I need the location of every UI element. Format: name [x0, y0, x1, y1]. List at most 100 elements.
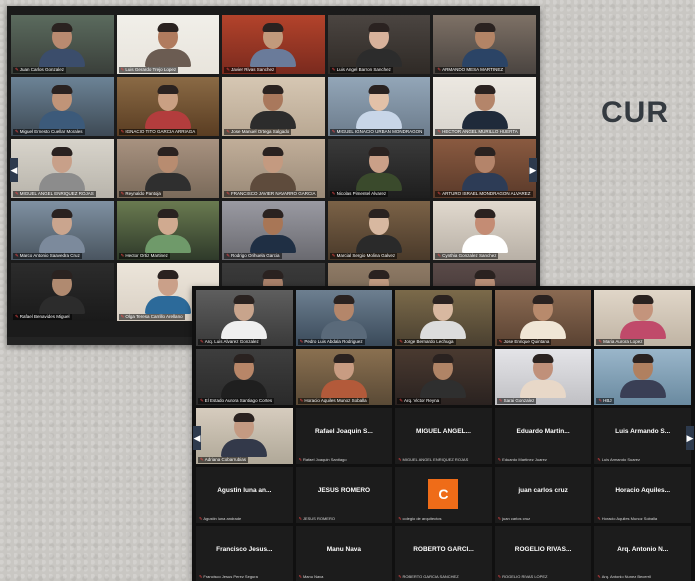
participant-name: Luis Armando Suarez — [601, 457, 640, 462]
participant-video-tile[interactable]: ✎ARTURO ISRAEL MONDRAGON ALVAREZ — [433, 139, 536, 198]
participant-video-tile[interactable]: ✎Adriana Cobarrubias — [196, 408, 293, 464]
participant-silhouette — [461, 147, 508, 191]
participant-hair — [262, 23, 284, 32]
participant-name: MIGUEL ANGEL ENRIQUEZ ROJAS — [402, 457, 469, 462]
participant-display-name: juan carlos cruz — [518, 487, 568, 494]
participant-name-tag: ✎Rafael Joaquin Santiago — [299, 457, 347, 462]
participant-video-tile[interactable]: ✎El Estado Aurora Santiago Cortes — [196, 349, 293, 405]
chevron-right-icon[interactable]: ▶ — [529, 158, 537, 182]
participant-name-tag: ✎Eduardo Martinez Juarez — [498, 457, 547, 462]
participant-video-tile[interactable]: ✎Rodrigo Orihuela Garcia — [222, 201, 325, 260]
participant-video-tile[interactable]: ✎IGNACIO TITO GARCIA ARRIAGA — [116, 77, 220, 136]
participant-name-tag: ✎Nicolas Pimentel Alvarez — [329, 191, 389, 197]
participant-name: Rafael Joaquin Santiago — [302, 457, 347, 462]
participant-video-tile[interactable]: ✎Jose Enrique Quintana — [494, 290, 592, 346]
participant-name-tile[interactable]: MIGUEL ANGEL... ✎MIGUEL ANGEL ENRIQUEZ RO… — [395, 408, 492, 464]
participant-name-tile[interactable]: Manu Nava ✎Manu Nava — [295, 526, 393, 581]
participant-name: Marcial Sergio Molina Galvez — [336, 253, 396, 258]
participant-name-tile[interactable]: JESUS ROMERO ✎JESUS ROMERO — [295, 467, 393, 523]
participant-name-tag: ✎Rafael Benavides Miguel — [13, 314, 72, 320]
participant-video-tile[interactable]: ✎Luis Gerardo Trejo Lopez — [116, 15, 220, 74]
participant-name: IGNACIO TITO GARCIA ARRIAGA — [125, 129, 196, 134]
mic-muted-icon: ✎ — [15, 129, 19, 134]
participant-name: Francisco Jesus Perez Segura — [203, 574, 258, 579]
participant-name: Juan Carlos Gonzalez — [19, 67, 65, 72]
participant-name-tile[interactable]: ROBERTO GARCI... ✎ROBERTO GARCIA SANCHEZ — [395, 526, 492, 581]
mic-muted-icon: ✎ — [226, 129, 230, 134]
participant-video-tile[interactable]: ✎MIGUEL ANGEL ENRIQUEZ ROJAS — [11, 139, 114, 198]
mic-muted-icon: ✎ — [15, 67, 19, 72]
participant-name-tag: ✎Juan Carlos Gonzalez — [13, 67, 67, 73]
participant-video-tile[interactable]: ✎Reynaldo Pantoja — [116, 139, 220, 198]
participant-video-tile[interactable]: ✎Luis Angel Barron Sanchez — [327, 15, 431, 74]
participant-video-tile[interactable]: ✎Miguel Ernesto Cuellar Morales — [11, 77, 114, 136]
mic-muted-icon: ✎ — [299, 339, 304, 344]
participant-name-tile[interactable]: juan carlos cruz ✎juan carlos cruz — [494, 467, 592, 523]
participant-video-tile[interactable]: ✎Marcial Sergio Molina Galvez — [327, 201, 431, 260]
participant-video-tile[interactable]: ✎Nicolas Pimentel Alvarez — [327, 139, 431, 198]
participant-name: ARMANDO MESA MARTINEZ — [442, 67, 504, 72]
participant-silhouette — [461, 85, 508, 129]
mic-muted-icon: ✎ — [398, 516, 402, 521]
mic-muted-icon: ✎ — [497, 574, 502, 579]
participant-silhouette — [221, 295, 268, 339]
participant-video-tile[interactable]: ✎FRANCISCO JAVIER NAVARRO GARCIA — [222, 139, 325, 198]
mic-muted-icon: ✎ — [120, 314, 125, 319]
participant-name-tile[interactable]: Arq. Antonio N... ✎Arq. Antonio Nunez Bec… — [594, 526, 691, 581]
participant-video-tile[interactable]: ✎ARMANDO MESA MARTINEZ — [433, 15, 536, 74]
participant-video-tile[interactable]: ✎HECTOR ANGEL MURILLO HUERTA — [433, 77, 536, 136]
mic-muted-icon: ✎ — [200, 457, 204, 462]
participant-video-tile[interactable]: ✎Arq. Luis Alvarez Gonzalez — [196, 290, 293, 346]
participant-name-tile[interactable]: Agustin luna an... ✎Agustin luna andrade — [196, 467, 293, 523]
participant-name: Arq. Luis Alvarez Gonzalez — [204, 339, 259, 344]
participant-name-tile[interactable]: Luis Armando S... ✎Luis Armando Suarez — [594, 408, 691, 464]
participant-hair — [262, 147, 284, 156]
participant-body — [520, 380, 567, 398]
mic-muted-icon: ✎ — [15, 253, 19, 258]
participant-video-tile[interactable]: ✎Hector Ortiz Martinez — [116, 201, 220, 260]
participant-video-tile[interactable]: ✎Maria Aurora Lopez — [594, 290, 691, 346]
chevron-right-icon[interactable]: ▶ — [686, 426, 694, 450]
participant-display-name: Arq. Antonio N... — [617, 546, 669, 553]
participant-video-tile[interactable]: ✎Juan Carlos Gonzalez — [11, 15, 114, 74]
chevron-left-icon[interactable]: ◀ — [10, 158, 18, 182]
participant-video-tile[interactable]: ✎Jorge Bernardo Lechuga — [395, 290, 492, 346]
mic-muted-icon: ✎ — [331, 67, 336, 72]
participant-name-tile[interactable]: Rafael Joaquin S... ✎Rafael Joaquin Santi… — [295, 408, 393, 464]
participant-name: Horacio Aquiles Munoz Soballa — [304, 398, 367, 403]
participant-name-tile[interactable]: C ✎colegio de arquitectos — [395, 467, 492, 523]
participant-body — [144, 235, 191, 253]
participant-name-tile[interactable]: ROGELIO RIVAS... ✎ROGELIO RIVAS LOPEZ — [494, 526, 592, 581]
mic-muted-icon: ✎ — [597, 574, 601, 579]
participant-name: Horacio Aquiles Munoz Soballa — [601, 516, 658, 521]
participant-name-tile[interactable]: Horacio Aquiles... ✎Horacio Aquiles Munoz… — [594, 467, 691, 523]
chevron-left-icon[interactable]: ◀ — [193, 426, 201, 450]
participant-video-tile[interactable]: ✎Pedro Luis Abdala Rodriguez — [295, 290, 393, 346]
mic-muted-icon: ✎ — [299, 398, 304, 403]
participant-video-tile[interactable]: ✎Jose Manuel Ortega Salgado — [222, 77, 325, 136]
participant-name: Pedro Luis Abdala Rodriguez — [304, 339, 363, 344]
mic-muted-icon: ✎ — [437, 191, 442, 196]
mic-muted-icon: ✎ — [199, 516, 203, 521]
participant-name: colegio de arquitectos — [402, 516, 442, 521]
participant-silhouette — [144, 23, 191, 67]
mic-muted-icon: ✎ — [597, 516, 601, 521]
participant-silhouette — [320, 354, 367, 398]
participant-name-tag: ✎Manu Nava — [299, 574, 324, 579]
participant-video-tile[interactable]: ✎Cynthia Gonzalez Sanchez — [433, 201, 536, 260]
participant-video-tile[interactable]: ✎MIGUEL IGNACIO URBAN MONDRAGON — [327, 77, 431, 136]
participant-silhouette — [144, 270, 191, 314]
participant-video-tile[interactable]: ✎Rafael Benavides Miguel — [11, 263, 114, 321]
participant-video-tile[interactable]: ✎Horacio Aquiles Munoz Soballa — [295, 349, 393, 405]
participant-video-tile[interactable]: ✎Javier Rivas Sanchez — [222, 15, 325, 74]
participant-name-tag: ✎IGNACIO TITO GARCIA ARRIAGA — [118, 129, 198, 135]
participant-video-tile[interactable]: ✎Sarai Gonzalez — [494, 349, 592, 405]
participant-body — [221, 380, 268, 398]
participant-name-tile[interactable]: Eduardo Martin... ✎Eduardo Martinez Juare… — [494, 408, 592, 464]
participant-video-tile[interactable]: ✎Marco Antonio Saavedra Cruz — [11, 201, 114, 260]
participant-body — [619, 321, 666, 339]
participant-name: Marco Antonio Saavedra Cruz — [19, 253, 80, 258]
participant-name-tile[interactable]: Francisco Jesus... ✎Francisco Jesus Perez… — [196, 526, 293, 581]
participant-video-tile[interactable]: ✎HBJ — [594, 349, 691, 405]
participant-video-tile[interactable]: ✎Arq. Victor Reyna — [395, 349, 492, 405]
